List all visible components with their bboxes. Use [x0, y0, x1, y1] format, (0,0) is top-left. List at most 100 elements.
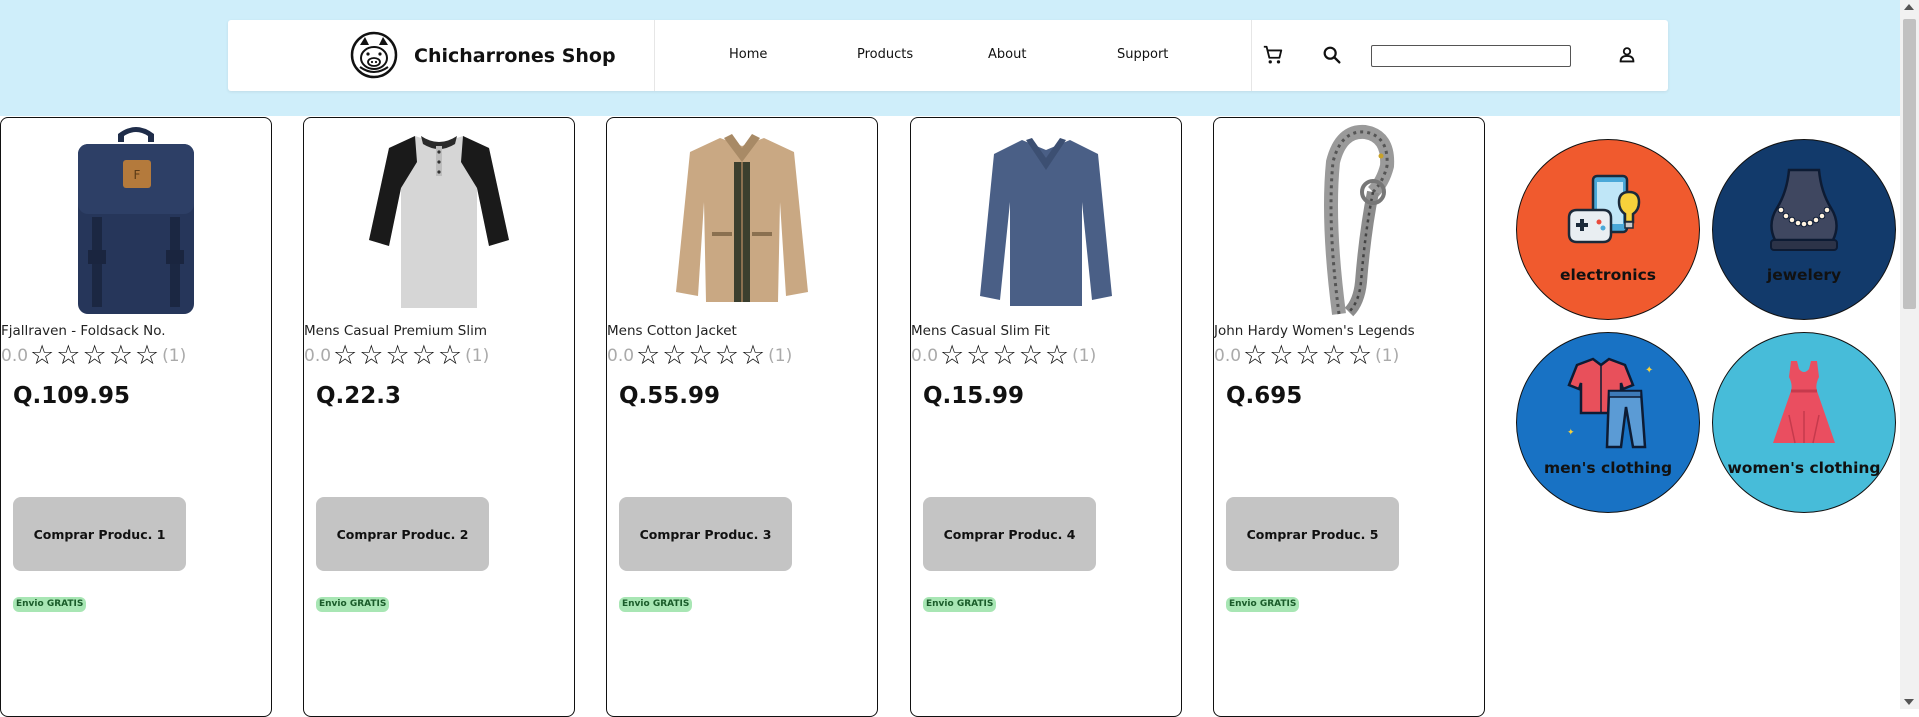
scroll-down-icon[interactable] [1904, 699, 1914, 705]
buy-button[interactable]: Comprar Produc. 1 [13, 497, 186, 571]
star-icon[interactable]: ☆ [333, 342, 357, 369]
free-shipping-badge: Envio GRATIS [13, 597, 87, 612]
brand-name[interactable]: Chicharrones Shop [414, 45, 616, 67]
product-price: Q.22.3 [316, 383, 402, 409]
buy-button[interactable]: Comprar Produc. 5 [1226, 497, 1399, 571]
star-icon[interactable]: ☆ [385, 342, 409, 369]
star-icon[interactable]: ☆ [109, 342, 133, 369]
category-label: men's clothing [1543, 459, 1673, 477]
mens-clothing-icon: ✦ ✦ [1567, 357, 1653, 449]
rating-score: 0.0 [911, 346, 939, 366]
category-label: women's clothing [1727, 459, 1881, 477]
star-icon[interactable]: ☆ [82, 342, 106, 369]
star-icon[interactable]: ☆ [1243, 342, 1267, 369]
product-card[interactable]: Mens Cotton Jacket 0.0 ☆ ☆ ☆ ☆ ☆ (1) Q.55.99… [606, 117, 878, 717]
product-card[interactable]: John Hardy Women's Legends 0.0 ☆ ☆ ☆ ☆ ☆ (1)… [1213, 117, 1485, 717]
category-jewelery[interactable]: jewelery [1712, 139, 1896, 320]
rating: 0.0 ☆ ☆ ☆ ☆ ☆ (1) [304, 342, 490, 369]
star-icon[interactable]: ☆ [940, 342, 964, 369]
search-input[interactable] [1371, 45, 1571, 67]
nav-about[interactable]: About [988, 47, 1026, 62]
product-card[interactable]: Mens Casual Slim Fit 0.0 ☆ ☆ ☆ ☆ ☆ (1) Q.15.… [910, 117, 1182, 717]
page-scrollbar[interactable] [1900, 0, 1919, 709]
product-title[interactable]: John Hardy Women's Legends [1214, 323, 1415, 339]
user-icon[interactable] [1616, 44, 1638, 66]
rating: 0.0 ☆ ☆ ☆ ☆ ☆ (1) [911, 342, 1097, 369]
rating-score: 0.0 [1, 346, 29, 366]
pig-logo-icon[interactable] [350, 31, 398, 79]
nav-support[interactable]: Support [1117, 47, 1168, 62]
rating-count: (1) [768, 346, 793, 366]
free-shipping-badge: Envio GRATIS [316, 597, 390, 612]
category-womens-clothing[interactable]: women's clothing [1712, 332, 1896, 513]
svg-text:✦: ✦ [1567, 428, 1575, 438]
category-label: electronics [1560, 266, 1656, 284]
star-icon[interactable]: ☆ [966, 342, 990, 369]
electronics-icon [1567, 174, 1641, 244]
rating-count: (1) [1375, 346, 1400, 366]
cart-icon[interactable] [1262, 44, 1284, 66]
rating: 0.0 ☆ ☆ ☆ ☆ ☆ (1) [607, 342, 793, 369]
backpack-image: F [78, 127, 194, 314]
product-title[interactable]: Mens Cotton Jacket [607, 323, 737, 339]
category-mens-clothing[interactable]: ✦ ✦ men's clothing [1516, 332, 1700, 513]
free-shipping-badge: Envio GRATIS [619, 597, 693, 612]
nav-tools [1253, 20, 1658, 91]
rating-count: (1) [162, 346, 187, 366]
product-price: Q.109.95 [13, 383, 131, 409]
brand-section: Chicharrones Shop [238, 20, 655, 91]
free-shipping-badge: Envio GRATIS [1226, 597, 1300, 612]
dress-icon [1773, 361, 1835, 444]
product-price: Q.55.99 [619, 383, 721, 409]
product-price: Q.15.99 [923, 383, 1025, 409]
product-card[interactable]: Mens Casual Premium Slim 0.0 ☆ ☆ ☆ ☆ ☆ (1) Q… [303, 117, 575, 717]
nav-home[interactable]: Home [729, 47, 767, 62]
scrollbar-thumb[interactable] [1903, 19, 1916, 309]
star-icon[interactable]: ☆ [56, 342, 80, 369]
star-icon[interactable]: ☆ [992, 342, 1016, 369]
buy-button[interactable]: Comprar Produc. 2 [316, 497, 489, 571]
star-icon[interactable]: ☆ [1269, 342, 1293, 369]
category-label: jewelery [1766, 266, 1842, 284]
rating-count: (1) [1072, 346, 1097, 366]
free-shipping-badge: Envio GRATIS [923, 597, 997, 612]
jacket-image [676, 134, 808, 302]
rating-score: 0.0 [304, 346, 332, 366]
product-title[interactable]: Fjallraven - Foldsack No. [1, 323, 166, 339]
product-card[interactable]: F Fjallraven - Foldsack No. 0.0 ☆ ☆ ☆ ☆ ☆ (1… [0, 117, 272, 717]
nav-products[interactable]: Products [857, 47, 913, 62]
star-icon[interactable]: ☆ [715, 342, 739, 369]
star-icon[interactable]: ☆ [636, 342, 660, 369]
rating-score: 0.0 [1214, 346, 1242, 366]
product-title[interactable]: Mens Casual Premium Slim [304, 323, 487, 339]
navbar: Chicharrones Shop Home Products About Su… [228, 20, 1668, 91]
scroll-up-icon[interactable] [1904, 4, 1914, 10]
star-icon[interactable]: ☆ [30, 342, 54, 369]
category-electronics[interactable]: electronics [1516, 139, 1700, 320]
buy-button[interactable]: Comprar Produc. 3 [619, 497, 792, 571]
star-icon[interactable]: ☆ [1348, 342, 1372, 369]
product-price: Q.695 [1226, 383, 1303, 409]
buy-button[interactable]: Comprar Produc. 4 [923, 497, 1096, 571]
star-icon[interactable]: ☆ [688, 342, 712, 369]
star-icon[interactable]: ☆ [438, 342, 462, 369]
rating-count: (1) [465, 346, 490, 366]
search-icon[interactable] [1321, 44, 1343, 66]
necklace-icon [1770, 168, 1838, 251]
longsleeve-image [980, 138, 1112, 306]
svg-text:✦: ✦ [1645, 365, 1653, 376]
star-icon[interactable]: ☆ [741, 342, 765, 369]
tshirt-image [369, 136, 509, 308]
star-icon[interactable]: ☆ [1045, 342, 1069, 369]
star-icon[interactable]: ☆ [1322, 342, 1346, 369]
star-icon[interactable]: ☆ [359, 342, 383, 369]
rating: 0.0 ☆ ☆ ☆ ☆ ☆ (1) [1, 342, 187, 369]
star-icon[interactable]: ☆ [1019, 342, 1043, 369]
star-icon[interactable]: ☆ [412, 342, 436, 369]
rating: 0.0 ☆ ☆ ☆ ☆ ☆ (1) [1214, 342, 1400, 369]
product-title[interactable]: Mens Casual Slim Fit [911, 323, 1050, 339]
star-icon[interactable]: ☆ [1295, 342, 1319, 369]
star-icon[interactable]: ☆ [135, 342, 159, 369]
rating-score: 0.0 [607, 346, 635, 366]
star-icon[interactable]: ☆ [662, 342, 686, 369]
